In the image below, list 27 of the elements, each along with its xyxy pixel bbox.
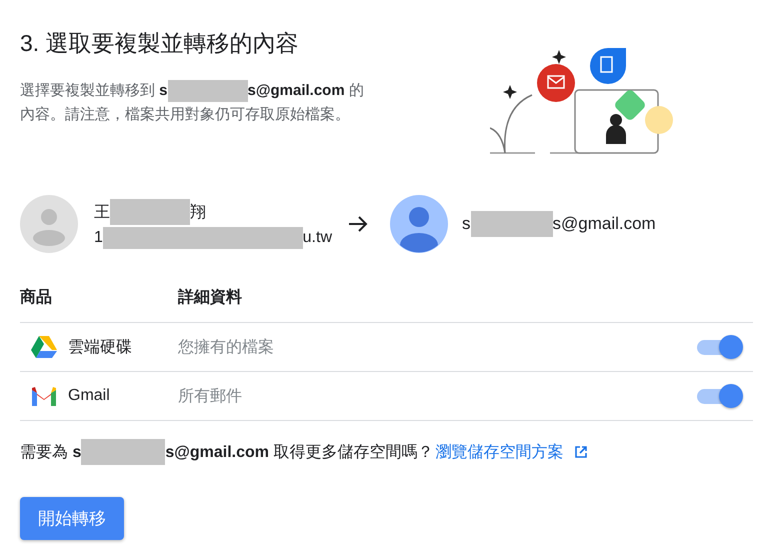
toggle-switch[interactable]	[697, 335, 743, 359]
description-text: 選擇要複製並轉移到 s	[20, 82, 168, 99]
product-name: 雲端硬碟	[68, 338, 132, 358]
start-transfer-button[interactable]: 開始轉移	[20, 497, 124, 540]
account-email: u.tw	[302, 229, 332, 247]
account-name: 王	[94, 202, 110, 222]
gmail-icon	[30, 385, 58, 407]
product-name: Gmail	[68, 387, 110, 405]
storage-question: s@gmail.com 取得更多儲存空間嗎？	[165, 442, 434, 462]
avatar-icon	[20, 195, 78, 253]
description-text: s@gmail.com 的	[248, 82, 364, 99]
account-name: 翔	[190, 202, 206, 222]
external-link-icon[interactable]	[573, 444, 590, 460]
column-header: 詳細資料	[178, 288, 242, 306]
account-email: 1	[94, 229, 103, 247]
toggle-switch[interactable]	[697, 384, 743, 408]
storage-plans-link[interactable]: 瀏覽儲存空間方案	[435, 442, 564, 462]
account-email: s	[462, 214, 470, 234]
page-title: 3. 選取要複製並轉移的內容	[20, 29, 300, 58]
account-email: s@gmail.com	[552, 214, 656, 234]
description-text: 內容。請注意，檔案共用對象仍可存取原始檔案。	[20, 106, 350, 123]
column-header: 商品	[20, 288, 52, 306]
product-detail: 您擁有的檔案	[178, 338, 274, 356]
product-detail: 所有郵件	[178, 388, 242, 404]
storage-question: 需要為 s	[20, 442, 82, 462]
avatar-icon	[390, 195, 448, 253]
drive-icon	[30, 335, 58, 359]
